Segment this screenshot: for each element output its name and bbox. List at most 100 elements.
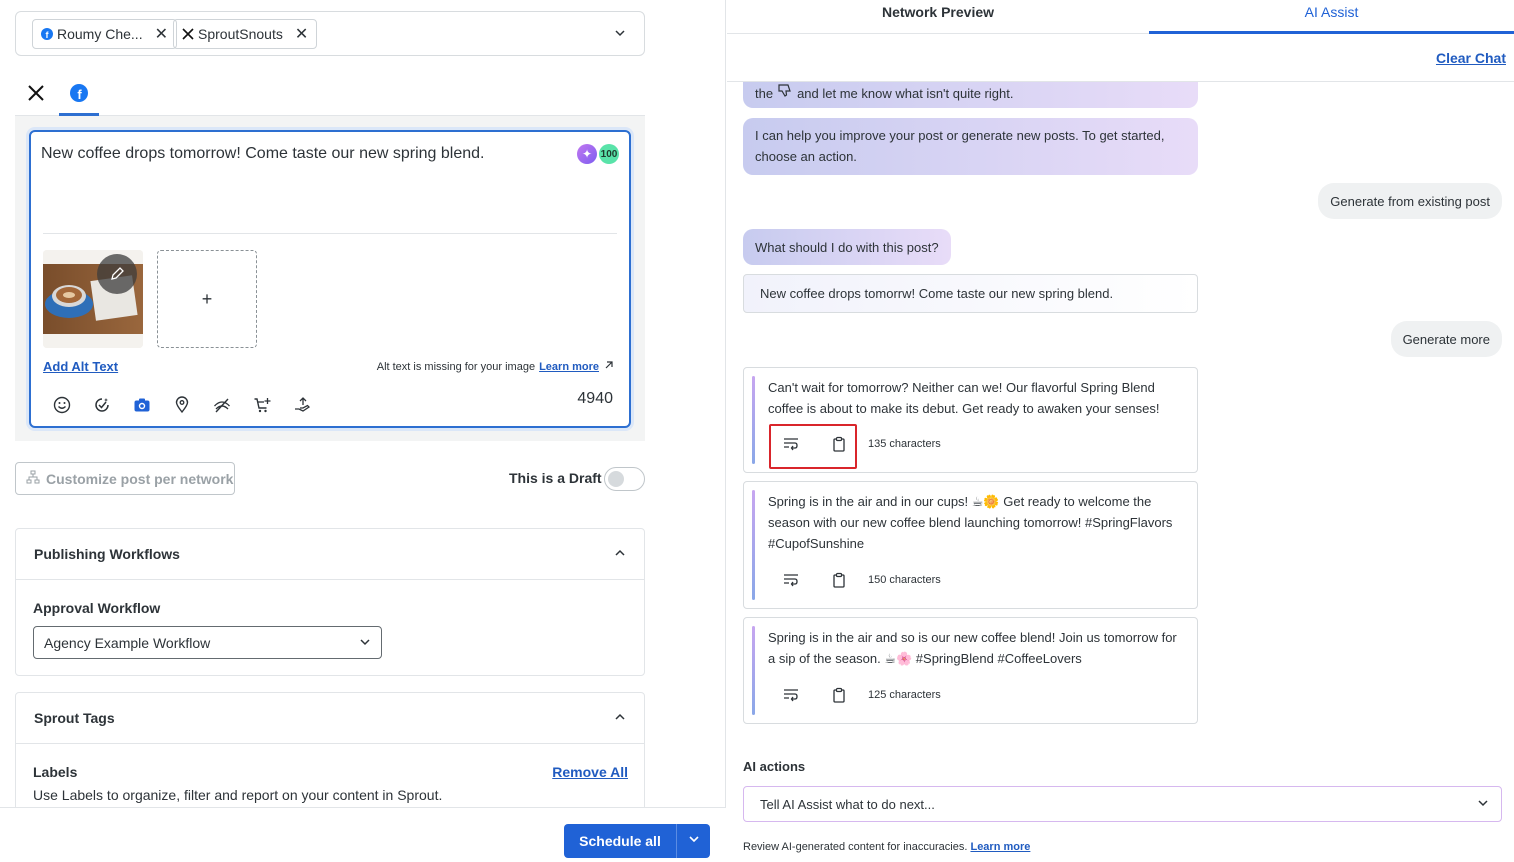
media-thumbnail[interactable] bbox=[43, 250, 143, 348]
ai-disclaimer: Review AI-generated content for inaccura… bbox=[743, 841, 1030, 853]
approval-workflow-select[interactable]: Agency Example Workflow bbox=[33, 626, 382, 659]
edit-pencil-icon[interactable] bbox=[97, 254, 137, 294]
schedule-button-group: Schedule all bbox=[564, 824, 710, 858]
compose-area: New coffee drops tomorrow! Come taste ou… bbox=[15, 116, 645, 441]
add-alt-text-link[interactable]: Add Alt Text bbox=[43, 359, 118, 374]
clear-chat-link[interactable]: Clear Chat bbox=[1436, 50, 1506, 66]
chevron-down-icon bbox=[1477, 797, 1489, 812]
post-editor[interactable]: New coffee drops tomorrow! Come taste ou… bbox=[29, 130, 631, 428]
sprout-tags-header[interactable]: Sprout Tags bbox=[16, 693, 644, 744]
disclaimer-text: Review AI-generated content for inaccura… bbox=[743, 841, 968, 853]
suggestion-actions: 125 characters bbox=[780, 684, 941, 706]
camera-icon[interactable] bbox=[131, 394, 153, 416]
panel-title: Sprout Tags bbox=[34, 710, 115, 726]
chevron-down-icon[interactable] bbox=[614, 26, 626, 44]
remove-chip-icon[interactable]: ✕ bbox=[295, 24, 308, 44]
hand-icon[interactable] bbox=[291, 394, 313, 416]
suggestion-char-count: 135 characters bbox=[868, 438, 941, 450]
ai-suggestion-card: Can't wait for tomorrow? Neither can we!… bbox=[743, 367, 1198, 473]
schedule-options-button[interactable] bbox=[677, 824, 710, 858]
card-accent-bar bbox=[752, 490, 755, 600]
network-tree-icon bbox=[26, 470, 40, 487]
post-text[interactable]: New coffee drops tomorrow! Come taste ou… bbox=[41, 145, 484, 163]
ai-suggestion-card: Spring is in the air and so is our new c… bbox=[743, 617, 1198, 724]
side-pane-tabs: Network Preview AI Assist bbox=[727, 0, 1514, 34]
disclaimer-learn-more-link[interactable]: Learn more bbox=[970, 841, 1030, 853]
svg-text:f: f bbox=[77, 87, 82, 102]
sprout-tags-panel: Sprout Tags Labels Remove All Use Labels… bbox=[15, 692, 645, 812]
remove-all-link[interactable]: Remove All bbox=[552, 764, 628, 780]
chevron-down-icon bbox=[688, 832, 700, 850]
shop-icon[interactable] bbox=[251, 394, 273, 416]
alt-learn-more-link[interactable]: Learn more bbox=[539, 361, 599, 373]
profile-chip-roumy: f Roumy Che... ✕ bbox=[32, 19, 177, 49]
profile-chip-sproutsnouts: SproutSnouts ✕ bbox=[173, 19, 318, 49]
emoji-icon[interactable] bbox=[51, 394, 73, 416]
external-link-icon[interactable] bbox=[603, 359, 615, 374]
network-tabs: f bbox=[15, 80, 645, 116]
publishing-workflows-header[interactable]: Publishing Workflows bbox=[16, 529, 644, 580]
ai-suggestion-card: Spring is in the air and in our cups! ☕🌼… bbox=[743, 481, 1198, 609]
suggestion-text: Can't wait for tomorrow? Neither can we!… bbox=[768, 380, 1160, 416]
user-message: Generate from existing post bbox=[1318, 183, 1502, 219]
quoted-post: New coffee drops tomorrw! Come taste our… bbox=[743, 274, 1198, 313]
ai-score-count: 100 bbox=[599, 144, 619, 164]
customize-post-button[interactable]: Customize post per network bbox=[15, 462, 235, 495]
ai-actions-select[interactable]: Tell AI Assist what to do next... bbox=[743, 786, 1502, 822]
suggestion-char-count: 150 characters bbox=[868, 574, 941, 586]
clipboard-icon[interactable] bbox=[828, 569, 850, 591]
composer-window: f Roumy Che... ✕ SproutSnouts ✕ f New co… bbox=[0, 0, 1514, 862]
ai-chat-thread[interactable]: the and let me know what isn't quite rig… bbox=[727, 82, 1514, 746]
thumbs-down-icon bbox=[777, 82, 793, 104]
suggestion-text: Spring is in the air and so is our new c… bbox=[768, 630, 1177, 666]
labels-title: Labels bbox=[33, 764, 78, 780]
sparkle-icon: ✦ bbox=[577, 144, 597, 164]
profile-picker[interactable]: f Roumy Che... ✕ SproutSnouts ✕ bbox=[15, 11, 645, 56]
compose-pane: f Roumy Che... ✕ SproutSnouts ✕ f New co… bbox=[0, 0, 726, 862]
draft-label: This is a Draft bbox=[509, 470, 602, 486]
x-logo-icon bbox=[27, 84, 45, 107]
chevron-up-icon[interactable] bbox=[614, 710, 626, 726]
ai-actions-label: AI actions bbox=[743, 759, 806, 774]
ai-message-question: What should I do with this post? bbox=[743, 229, 951, 265]
editor-divider bbox=[43, 233, 617, 234]
add-media-button[interactable]: + bbox=[157, 250, 257, 348]
editor-toolbar bbox=[51, 394, 313, 416]
chevron-up-icon[interactable] bbox=[614, 546, 626, 562]
suggestion-actions: 150 characters bbox=[780, 569, 941, 591]
character-count: 4940 bbox=[577, 390, 613, 407]
tab-network-preview[interactable]: Network Preview bbox=[727, 0, 1149, 34]
targeting-icon[interactable] bbox=[211, 394, 233, 416]
facebook-logo-icon: f bbox=[70, 84, 88, 107]
tab-x[interactable] bbox=[16, 84, 56, 116]
approval-workflow-value: Agency Example Workflow bbox=[44, 634, 211, 651]
ai-message-text: the bbox=[755, 85, 774, 101]
profile-chip-label: Roumy Che... bbox=[57, 26, 143, 42]
publishing-workflows-panel: Publishing Workflows Approval Workflow A… bbox=[15, 528, 645, 676]
facebook-icon: f bbox=[41, 28, 53, 40]
alt-text-message: Alt text is missing for your image bbox=[376, 360, 536, 373]
ai-message-feedback: the and let me know what isn't quite rig… bbox=[743, 82, 1198, 108]
ai-message-intro: I can help you improve your post or gene… bbox=[743, 118, 1198, 175]
insert-text-icon[interactable] bbox=[780, 569, 802, 591]
ai-score-badge[interactable]: ✦ 100 bbox=[577, 144, 619, 164]
chevron-down-icon bbox=[359, 635, 371, 651]
tab-facebook[interactable]: f bbox=[59, 84, 99, 116]
location-icon[interactable] bbox=[171, 394, 193, 416]
tab-ai-assist[interactable]: AI Assist bbox=[1149, 0, 1514, 34]
schedule-all-button[interactable]: Schedule all bbox=[564, 824, 677, 858]
insert-text-icon[interactable] bbox=[780, 684, 802, 706]
draft-toggle[interactable] bbox=[604, 467, 645, 491]
ai-message-text: and let me know what isn't quite right. bbox=[797, 85, 1014, 101]
panel-title: Publishing Workflows bbox=[34, 546, 180, 562]
smart-icon[interactable] bbox=[91, 394, 113, 416]
side-pane: Network Preview AI Assist Clear Chat the… bbox=[727, 0, 1514, 862]
profile-chip-label: SproutSnouts bbox=[198, 26, 283, 42]
x-logo-icon bbox=[182, 28, 194, 40]
highlight-box bbox=[769, 424, 857, 469]
labels-description: Use Labels to organize, filter and repor… bbox=[33, 787, 443, 803]
ai-actions-placeholder: Tell AI Assist what to do next... bbox=[760, 796, 935, 812]
approval-workflow-label: Approval Workflow bbox=[33, 600, 161, 616]
remove-chip-icon[interactable]: ✕ bbox=[155, 24, 168, 44]
clipboard-icon[interactable] bbox=[828, 684, 850, 706]
